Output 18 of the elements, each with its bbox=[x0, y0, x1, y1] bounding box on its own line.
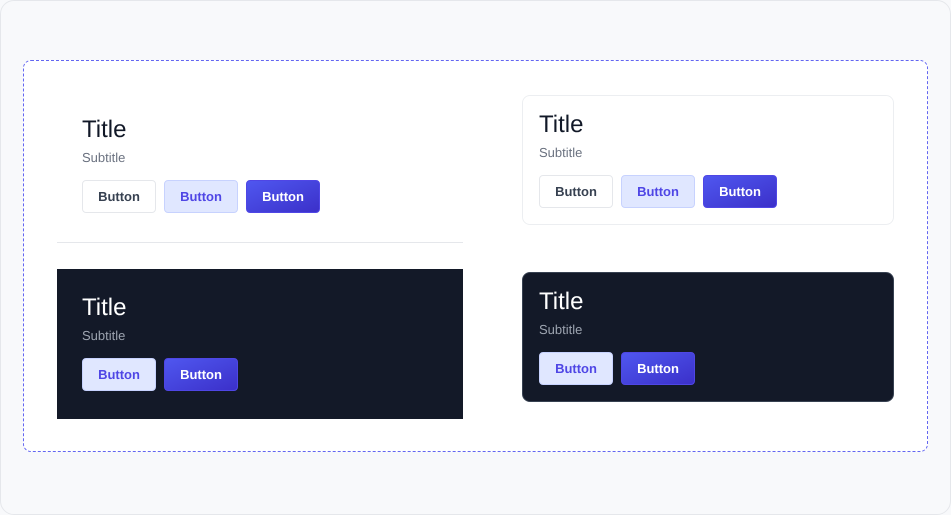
panel-subtitle: Subtitle bbox=[82, 327, 126, 345]
panel-title: Title bbox=[539, 287, 584, 317]
button[interactable]: Button bbox=[82, 180, 156, 213]
button[interactable]: Button bbox=[539, 175, 613, 208]
button[interactable]: Button bbox=[621, 175, 695, 208]
button[interactable]: Button bbox=[164, 180, 238, 213]
panel-title: Title bbox=[539, 110, 584, 140]
button[interactable]: Button bbox=[703, 175, 777, 208]
panel-title: Title bbox=[82, 293, 126, 323]
panel-subtitle: Subtitle bbox=[539, 321, 582, 339]
button[interactable]: Button bbox=[82, 358, 156, 391]
button[interactable]: Button bbox=[621, 352, 695, 385]
panel-subtitle: Subtitle bbox=[82, 149, 126, 167]
button[interactable]: Button bbox=[539, 352, 613, 385]
panel-subtitle: Subtitle bbox=[539, 144, 582, 162]
button[interactable]: Button bbox=[164, 358, 238, 391]
button[interactable]: Button bbox=[246, 180, 320, 213]
panel-title: Title bbox=[82, 115, 126, 145]
